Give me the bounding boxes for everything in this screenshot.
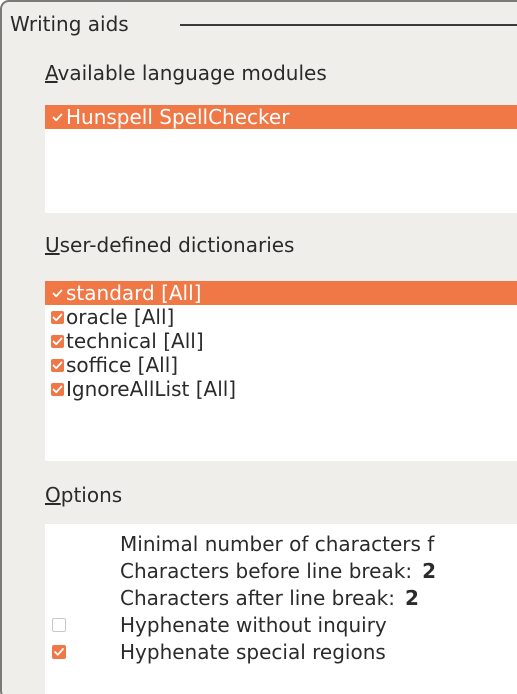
dictionary-item-soffice[interactable]: soffice [All] bbox=[45, 353, 517, 377]
modules-label-rest: vailable language modules bbox=[57, 61, 327, 85]
module-item-label: Hunspell SpellChecker bbox=[66, 105, 290, 129]
dictionaries-label: User-defined dictionaries bbox=[45, 232, 294, 258]
dictionary-item-oracle[interactable]: oracle [All] bbox=[45, 305, 517, 329]
options-label-mnemonic: O bbox=[45, 483, 61, 507]
checkbox-checked-icon[interactable] bbox=[51, 334, 64, 348]
writing-aids-panel: Writing aids Available language modules … bbox=[0, 0, 517, 694]
frame-title: Writing aids bbox=[10, 11, 135, 37]
option-label: Hyphenate special regions bbox=[120, 640, 386, 664]
option-hyphenate-special-regions[interactable]: Hyphenate special regions bbox=[45, 639, 517, 665]
option-min-word-length[interactable]: Minimal number of characters f bbox=[45, 531, 517, 557]
option-chars-before-break[interactable]: Characters before line break: 2 bbox=[45, 558, 517, 584]
option-label: Characters after line break: bbox=[120, 586, 395, 610]
option-label: Minimal number of characters f bbox=[120, 532, 435, 556]
dictionary-item-ignorealllist[interactable]: IgnoreAllList [All] bbox=[45, 377, 517, 401]
option-chars-after-break[interactable]: Characters after line break: 2 bbox=[45, 585, 517, 611]
dictionary-item-label: soffice [All] bbox=[66, 353, 179, 377]
module-item-hunspell[interactable]: Hunspell SpellChecker bbox=[45, 105, 517, 129]
dictionaries-label-mnemonic: U bbox=[45, 233, 60, 257]
option-label: Hyphenate without inquiry bbox=[120, 613, 387, 637]
checkbox-checked-icon[interactable] bbox=[51, 110, 64, 124]
checkbox-unchecked-icon[interactable] bbox=[52, 618, 66, 632]
option-hyphenate-without-inquiry[interactable]: Hyphenate without inquiry bbox=[45, 612, 517, 638]
options-dialog-page: Writing aids Available language modules … bbox=[0, 0, 517, 694]
options-label-rest: ptions bbox=[60, 483, 123, 507]
checkbox-checked-icon[interactable] bbox=[51, 358, 64, 372]
frame-divider bbox=[180, 24, 517, 26]
language-modules-list[interactable]: Hunspell SpellChecker bbox=[45, 105, 517, 213]
user-dictionaries-list[interactable]: standard [All] oracle [All] technical [A… bbox=[45, 281, 517, 461]
dictionaries-label-rest: ser-defined dictionaries bbox=[59, 233, 295, 257]
option-value: 2 bbox=[422, 559, 436, 583]
dictionary-item-label: oracle [All] bbox=[66, 305, 175, 329]
checkbox-checked-icon[interactable] bbox=[52, 645, 66, 659]
dictionary-item-label: technical [All] bbox=[66, 329, 204, 353]
options-list[interactable]: Minimal number of characters f Character… bbox=[45, 524, 517, 694]
modules-label: Available language modules bbox=[45, 60, 327, 86]
dictionary-item-label: standard [All] bbox=[66, 281, 202, 305]
checkbox-checked-icon[interactable] bbox=[51, 382, 64, 396]
dictionary-item-standard[interactable]: standard [All] bbox=[45, 281, 517, 305]
option-value: 2 bbox=[405, 586, 419, 610]
checkbox-checked-icon[interactable] bbox=[51, 286, 64, 300]
option-label: Characters before line break: bbox=[120, 559, 413, 583]
checkbox-checked-icon[interactable] bbox=[51, 310, 64, 324]
modules-label-mnemonic: A bbox=[45, 61, 58, 85]
options-label: Options bbox=[45, 482, 122, 508]
dictionary-item-technical[interactable]: technical [All] bbox=[45, 329, 517, 353]
dictionary-item-label: IgnoreAllList [All] bbox=[66, 377, 237, 401]
